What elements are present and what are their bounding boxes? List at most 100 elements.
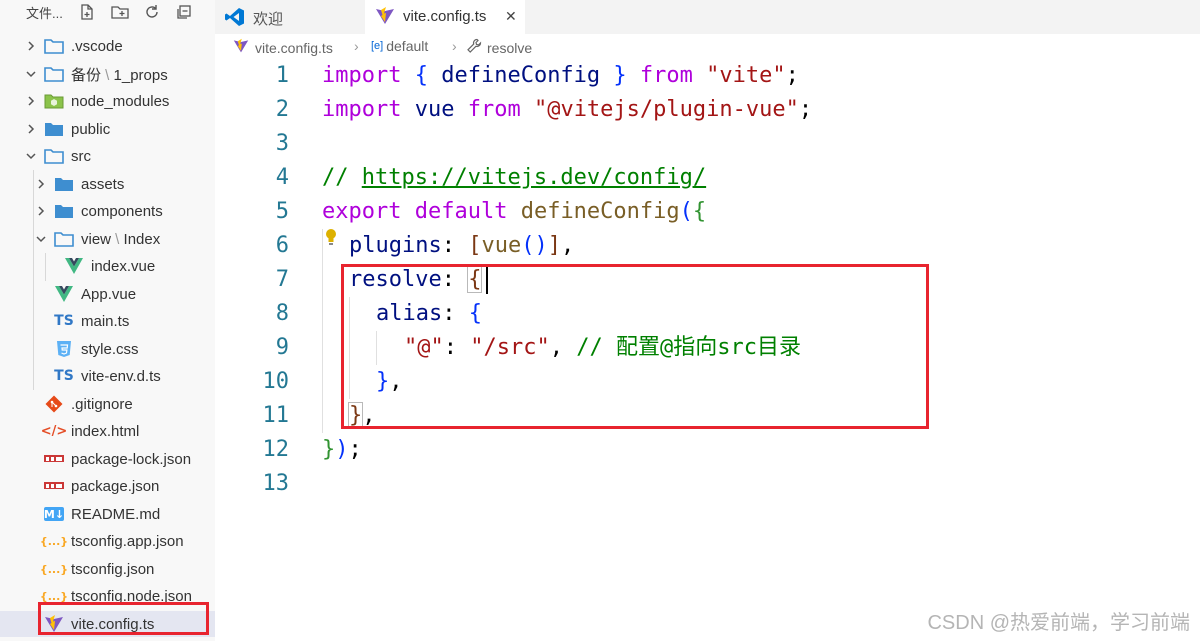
line-number: 3 [275,131,289,156]
tree-item-label: tsconfig.app.json [71,532,184,550]
tab-bar: 欢迎 vite.config.ts ✕ [215,0,1200,34]
node-folder-icon [44,92,64,110]
tree-item-view[interactable]: view \ Index [0,226,215,252]
line-number: 11 [262,403,290,428]
chevron-right-icon [24,39,38,53]
variable-icon: [e] [371,40,384,52]
lightbulb-icon[interactable] [324,228,338,251]
tree-item-label: package-lock.json [71,450,192,468]
npm-icon [44,477,64,495]
tree-item-label: README.md [71,505,161,523]
tab-vite-config[interactable]: vite.config.ts ✕ [365,0,525,34]
json-icon: {...} [39,534,69,548]
tree-item-tsconfig[interactable]: {...} tsconfig.json [0,556,215,582]
explorer-title: 文件... [26,6,63,21]
code-line: import vue from "@vitejs/plugin-vue"; [322,97,813,122]
close-icon[interactable]: ✕ [505,8,517,25]
tree-item-package-lock[interactable]: package-lock.json [0,446,215,472]
wrench-icon [466,38,482,57]
tree-item-style-css[interactable]: style.css [0,336,215,362]
collapse-all-icon[interactable] [173,1,195,23]
breadcrumb-label: default [386,38,429,54]
tree-item-tsconfig-app[interactable]: {...} tsconfig.app.json [0,528,215,554]
tree-item-components[interactable]: components [0,198,215,224]
highlight-box-resolve [341,264,929,429]
code-line: import { defineConfig } from "vite"; [322,63,799,88]
line-number: 5 [275,199,289,224]
folder-icon [54,175,74,193]
tree-item-label: src [71,147,91,165]
chevron-right-icon [34,204,48,218]
tree-item-label: 备份 [71,66,102,84]
new-file-icon[interactable] [76,1,98,23]
chevron-down-icon [24,67,38,81]
code-line: export default defineConfig({ [322,199,707,224]
tab-welcome[interactable]: 欢迎 [215,0,365,34]
tree-item-assets[interactable]: assets [0,171,215,197]
explorer-header: 文件... [0,0,215,24]
tab-label: vite.config.ts [403,8,487,25]
explorer-sidebar: 文件... .vscode 备份 \ 1_props node_modules … [0,0,215,641]
indent-guide [322,229,323,433]
tree-item-main-ts[interactable]: TS main.ts [0,308,215,334]
tree-item-label: index.html [71,422,140,440]
tree-item-label: .gitignore [71,395,133,413]
tree-item-label-group: view \ Index [81,230,161,248]
code-line: // https://vitejs.dev/config/ [322,165,707,190]
vue-icon [64,257,84,275]
tree-item-label: tsconfig.json [71,560,155,578]
tree-item-app-vue[interactable]: App.vue [0,281,215,307]
breadcrumb-file[interactable]: vite.config.ts [233,38,333,57]
refresh-icon[interactable] [141,1,163,23]
tree-item-label: assets [81,175,125,193]
breadcrumb-resolve[interactable]: resolve [466,38,532,57]
tree-item-vite-env[interactable]: TS vite-env.d.ts [0,363,215,389]
line-number: 9 [275,335,289,360]
tree-item-label: view [81,230,112,248]
line-number: 13 [262,471,290,496]
tree-item-label: public [71,120,111,138]
line-number: 4 [275,165,289,190]
tree-item-readme[interactable]: M↓ README.md [0,501,215,527]
tree-item-index-vue[interactable]: index.vue [0,253,215,279]
npm-icon [44,450,64,468]
code-line: plugins: [vue()], [349,233,575,258]
breadcrumb-separator: › [452,38,457,54]
tree-item-public[interactable]: public [0,116,215,142]
line-number: 12 [262,437,290,462]
comment-link[interactable]: https://vitejs.dev/config/ [362,165,706,190]
line-number: 2 [275,97,289,122]
vue-icon [54,285,74,303]
css-icon [54,340,74,358]
tree-item-index-html[interactable]: </> index.html [0,418,215,444]
tree-item-sublabel: Index [123,230,161,248]
folder-open-icon [44,147,64,165]
tree-item-node-modules[interactable]: node_modules [0,88,215,114]
tree-item-backup[interactable]: 备份 \ 1_props [0,61,215,87]
tree-item-label: main.ts [81,312,130,330]
git-icon [44,395,64,413]
line-number: 6 [275,233,289,258]
chevron-right-icon [24,122,38,136]
breadcrumb-label: vite.config.ts [255,39,333,56]
tree-item-label: index.vue [91,257,156,275]
tree-item-label: components [81,202,163,220]
tree-item-label: style.css [81,340,139,358]
tree-item-label-group: 备份 \ 1_props [71,66,168,84]
tree-item-vscode[interactable]: .vscode [0,33,215,59]
chevron-down-icon [24,149,38,163]
watermark: CSDN @热爱前端，学习前端 [927,612,1190,634]
tree-item-gitignore[interactable]: .gitignore [0,391,215,417]
new-folder-icon[interactable] [109,1,131,23]
line-number: 1 [275,63,289,88]
folder-icon [54,202,74,220]
json-icon: {...} [39,562,69,576]
breadcrumb: vite.config.ts › [e] default › resolve [215,34,1200,59]
folder-icon [44,120,64,138]
markdown-icon: M↓ [43,507,65,521]
tree-item-src[interactable]: src [0,143,215,169]
folder-open-icon [54,230,74,248]
vscode-icon [225,7,245,31]
breadcrumb-default[interactable]: [e] default [371,38,428,54]
tree-item-package-json[interactable]: package.json [0,473,215,499]
